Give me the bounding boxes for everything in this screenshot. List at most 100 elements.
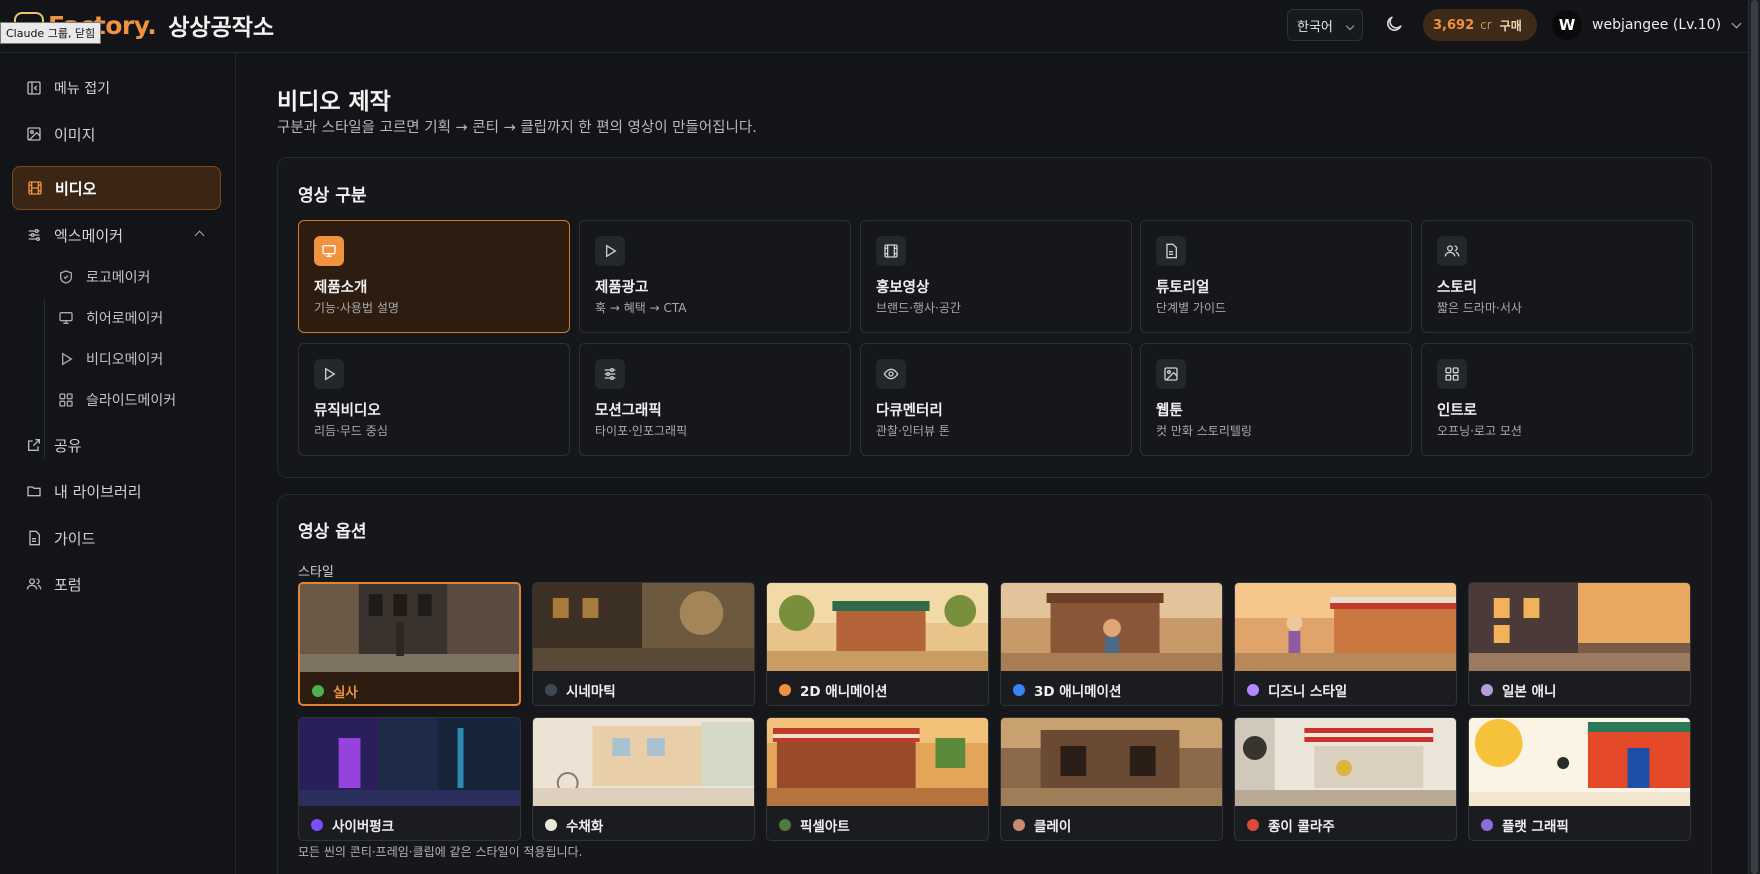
sidebar-item-hero-maker[interactable]: 히어로메이커 [44, 300, 221, 336]
chevron-up-icon[interactable] [194, 230, 205, 241]
scrollbar-thumb[interactable] [1751, 0, 1758, 874]
style-thumbnail [1469, 583, 1690, 671]
style-thumbnail [767, 718, 988, 806]
category-card[interactable]: 다큐멘터리 관찰·인터뷰 톤 [860, 343, 1132, 456]
sidebar-item-image[interactable]: 이미지 [12, 113, 221, 155]
sidebar-item-share[interactable]: 공유 [12, 424, 221, 466]
category-card[interactable]: 뮤직비디오 리듬·무드 중심 [298, 343, 570, 456]
eye-icon [876, 359, 906, 389]
category-card[interactable]: 튜토리얼 단계별 가이드 [1140, 220, 1412, 333]
sidebar-item-label: 슬라이드메이커 [86, 393, 177, 409]
style-card[interactable]: 종이 콜라주 [1234, 717, 1457, 841]
folder-icon [27, 486, 41, 497]
sidebar-item-guide[interactable]: 가이드 [12, 517, 221, 559]
category-card[interactable]: 홍보영상 브랜드·행사·공간 [860, 220, 1132, 333]
sidebar-item-label: 포럼 [54, 575, 82, 594]
collapse-menu-button[interactable]: 메뉴 접기 [12, 67, 221, 109]
category-name: 홍보영상 [876, 280, 930, 296]
language-select[interactable]: 한국어 [1287, 9, 1363, 41]
style-thumbnail [1001, 718, 1222, 806]
style-thumbnail [1001, 583, 1222, 671]
sidebar-item-forum[interactable]: 포럼 [12, 563, 221, 605]
sidebar-item-slide-maker[interactable]: 슬라이드메이커 [44, 382, 221, 418]
sidebar-item-label: 비디오 [55, 179, 97, 198]
style-name: 시네마틱 [566, 684, 616, 700]
category-card[interactable]: 인트로 오프닝·로고 모션 [1421, 343, 1693, 456]
style-card[interactable]: 실사 [298, 582, 521, 706]
buy-button[interactable]: 구매 [1500, 17, 1522, 34]
style-card[interactable]: 수채화 [532, 717, 755, 841]
style-label-row: 플랫 그래픽 [1481, 815, 1569, 835]
style-card[interactable]: 클레이 [1000, 717, 1223, 841]
tooltip: Claude 그룹, 닫힘 [0, 22, 102, 44]
style-card[interactable]: 플랫 그래픽 [1468, 717, 1691, 841]
style-card[interactable]: 3D 애니메이션 [1000, 582, 1223, 706]
options-section: 영상 옵션 스타일 실사 시네마틱 2D 애니메이션 3D 애니메이션 디즈니 … [277, 494, 1712, 874]
moon-icon[interactable] [1384, 14, 1404, 34]
style-name: 3D 애니메이션 [1034, 684, 1122, 700]
category-card[interactable]: 웹툰 컷 만화 스토리텔링 [1140, 343, 1412, 456]
app-root: Factory. 상상공작소 Claude 그룹, 닫힘 한국어 3,692 c… [0, 0, 1760, 874]
sidebar-item-library[interactable]: 내 라이브러리 [12, 470, 221, 512]
sidebar-item-label: 비디오메이커 [86, 352, 164, 368]
collapse-label: 메뉴 접기 [54, 81, 110, 97]
category-name: 제품소개 [314, 280, 368, 296]
sidebar-item-logo-maker[interactable]: 로고메이커 [44, 259, 221, 295]
style-thumbnail [300, 584, 519, 672]
sidebar-item-label: 로고메이커 [86, 270, 151, 286]
page-scrollbar[interactable] [1748, 0, 1760, 874]
external-link-icon [28, 439, 40, 451]
sidebar-item-xmaker[interactable]: 엑스메이커 [12, 214, 221, 256]
category-name: 제품광고 [595, 280, 649, 296]
category-card[interactable]: 모션그래픽 타이포·인포그래픽 [579, 343, 851, 456]
sidebar-item-video[interactable]: 비디오 [12, 166, 221, 210]
style-card[interactable]: 시네마틱 [532, 582, 755, 706]
credit-badge[interactable]: 3,692 cr 구매 [1423, 9, 1537, 41]
category-card[interactable]: 제품광고 훅 → 혜택 → CTA [579, 220, 851, 333]
play-icon [62, 352, 73, 366]
sidebar-item-label: 엑스메이커 [54, 226, 124, 245]
grid-icon [59, 393, 73, 407]
style-card[interactable]: 디즈니 스타일 [1234, 582, 1457, 706]
user-menu[interactable]: W webjangee (Lv.10) [1552, 9, 1742, 41]
category-desc: 브랜드·행사·공간 [876, 301, 961, 315]
style-dot [1481, 819, 1493, 831]
style-card[interactable]: 픽셀아트 [766, 717, 989, 841]
monitor-icon [59, 312, 73, 324]
style-thumbnail [533, 718, 754, 806]
top-bar: Factory. 상상공작소 Claude 그룹, 닫힘 한국어 3,692 c… [0, 0, 1748, 53]
credit-unit: cr [1480, 18, 1492, 32]
style-label-row: 종이 콜라주 [1247, 815, 1335, 835]
style-name: 종이 콜라주 [1268, 819, 1335, 835]
chevron-down-icon [1731, 18, 1742, 28]
category-desc: 기능·사용법 설명 [314, 301, 399, 315]
monitor-icon [314, 236, 344, 266]
category-name: 모션그래픽 [595, 403, 662, 419]
style-dot [311, 819, 323, 831]
section-title: 영상 구분 [298, 186, 367, 206]
style-dot [779, 819, 791, 831]
style-label: 스타일 [298, 565, 334, 580]
play-icon [314, 359, 344, 389]
document-icon [1156, 236, 1186, 266]
category-section: 영상 구분 제품소개 기능·사용법 설명 제품광고 훅 → 혜택 → CTA 홍… [277, 157, 1712, 478]
sidebar-item-video-maker[interactable]: 비디오메이커 [44, 341, 221, 377]
style-card[interactable]: 사이버펑크 [298, 717, 521, 841]
style-thumbnail [533, 583, 754, 671]
style-name: 수채화 [566, 819, 604, 835]
style-name: 디즈니 스타일 [1268, 684, 1348, 700]
style-card[interactable]: 2D 애니메이션 [766, 582, 989, 706]
style-dot [1013, 684, 1025, 696]
style-thumbnail [1469, 718, 1690, 806]
style-label-row: 3D 애니메이션 [1013, 680, 1121, 700]
category-card[interactable]: 제품소개 기능·사용법 설명 [298, 220, 570, 333]
style-thumbnail [767, 583, 988, 671]
username: webjangee (Lv.10) [1592, 17, 1722, 33]
category-desc: 단계별 가이드 [1156, 301, 1227, 315]
style-dot [779, 684, 791, 696]
style-card[interactable]: 일본 애니 [1468, 582, 1691, 706]
avatar: W [1552, 10, 1582, 40]
category-card[interactable]: 스토리 짧은 드라마·서사 [1421, 220, 1693, 333]
sidebar-collapse-icon [27, 81, 41, 95]
category-desc: 훅 → 혜택 → CTA [595, 301, 687, 315]
